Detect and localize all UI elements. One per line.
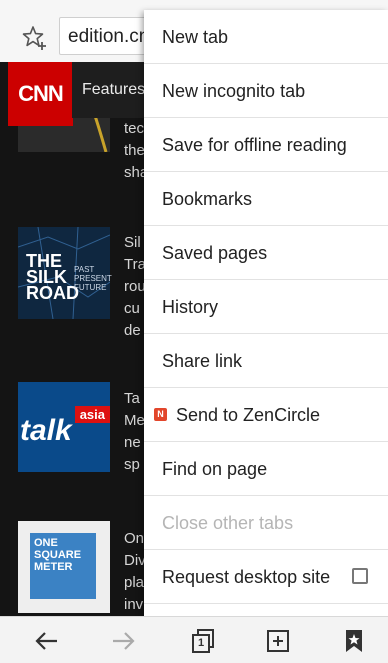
menu-item-send-to-zencircle[interactable]: N Send to ZenCircle <box>144 388 388 442</box>
silk-road-subtitle: PAST PRESENT FUTURE <box>74 265 112 292</box>
menu-item-close-other-tabs: Close other tabs <box>144 496 388 550</box>
tab-count: 1 <box>198 637 205 649</box>
talk-text: talk <box>20 414 72 447</box>
menu-item-new-tab[interactable]: New tab <box>144 10 388 64</box>
menu-item-new-incognito-tab[interactable]: New incognito tab <box>144 64 388 118</box>
menu-item-label: New incognito tab <box>162 81 306 101</box>
new-tab-icon[interactable] <box>264 627 292 655</box>
menu-item-find-on-page[interactable]: Find on page <box>144 442 388 496</box>
bottom-toolbar: 1 <box>0 616 388 663</box>
desktop-site-checkbox[interactable] <box>352 568 368 584</box>
back-arrow-icon[interactable] <box>33 627 61 655</box>
menu-item-saved-pages[interactable]: Saved pages <box>144 226 388 280</box>
zencircle-icon: N <box>154 407 167 421</box>
nav-features[interactable]: Features <box>72 62 152 118</box>
menu-item-label: Share link <box>162 351 243 371</box>
menu-item-label: Saved pages <box>162 243 268 263</box>
menu-item-request-desktop-site[interactable]: Request desktop site <box>144 550 388 604</box>
article-thumbnail-one-square-meter[interactable]: ONE SQUARE METER <box>18 521 110 613</box>
menu-item-label: Find on page <box>162 459 268 479</box>
tabs-icon[interactable]: 1 <box>189 627 217 655</box>
menu-item-label: Save for offline reading <box>162 135 347 155</box>
silk-road-title: THE SILK ROAD <box>26 251 79 303</box>
one-square-meter-logo: ONE SQUARE METER <box>30 533 96 599</box>
star-add-icon[interactable] <box>22 25 48 51</box>
menu-item-label: Bookmarks <box>162 189 253 209</box>
forward-arrow-icon <box>113 632 135 650</box>
menu-item-share-link[interactable]: Share link <box>144 334 388 388</box>
menu-item-label: History <box>162 297 219 317</box>
menu-item-bookmarks[interactable]: Bookmarks <box>144 172 388 226</box>
menu-item-label: Send to ZenCircle <box>176 405 321 425</box>
logo-text: CNN <box>18 81 64 106</box>
article-thumbnail-talk-asia[interactable]: asia talk <box>18 382 110 472</box>
menu-item-save-offline[interactable]: Save for offline reading <box>144 118 388 172</box>
menu-item-label: New tab <box>162 27 229 47</box>
menu-item-label: Close other tabs <box>162 513 294 533</box>
article-thumbnail-silk-road[interactable]: THE SILK ROAD PAST PRESENT FUTURE <box>18 227 112 319</box>
nav-label: Features <box>82 81 146 98</box>
menu-item-label: Request desktop site <box>162 567 331 587</box>
overflow-menu: New tab New incognito tab Save for offli… <box>144 10 388 622</box>
menu-item-history[interactable]: History <box>144 280 388 334</box>
cnn-logo[interactable]: CNN <box>8 62 73 126</box>
bookmark-icon[interactable] <box>340 627 368 655</box>
asia-tag: asia <box>74 406 110 423</box>
